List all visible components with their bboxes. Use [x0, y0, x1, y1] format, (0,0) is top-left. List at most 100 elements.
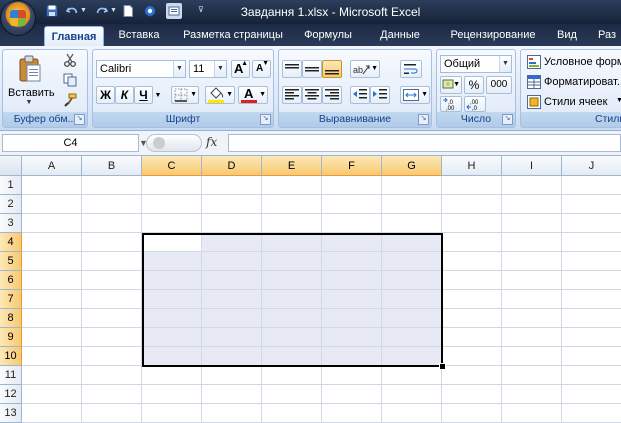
- cell-d8[interactable]: [202, 309, 262, 328]
- cell-b5[interactable]: [82, 252, 142, 271]
- number-format-combo[interactable]: Общий ▼: [440, 55, 512, 73]
- cell-j13[interactable]: [562, 404, 621, 423]
- cell-d2[interactable]: [202, 195, 262, 214]
- row-header-6[interactable]: 6: [0, 271, 22, 290]
- row-header-9[interactable]: 9: [0, 328, 22, 347]
- column-header-h[interactable]: H: [442, 156, 502, 176]
- undo-dropdown-icon[interactable]: ▼: [80, 7, 87, 14]
- cell-j5[interactable]: [562, 252, 621, 271]
- cell-f6[interactable]: [322, 271, 382, 290]
- cell-j8[interactable]: [562, 309, 621, 328]
- cell-a2[interactable]: [22, 195, 82, 214]
- cell-g7[interactable]: [382, 290, 442, 309]
- cell-h11[interactable]: [442, 366, 502, 385]
- cell-a9[interactable]: [22, 328, 82, 347]
- cell-j11[interactable]: [562, 366, 621, 385]
- cell-i9[interactable]: [502, 328, 562, 347]
- cell-e7[interactable]: [262, 290, 322, 309]
- cell-i7[interactable]: [502, 290, 562, 309]
- conditional-formatting-button[interactable]: Условное форм...: [525, 53, 621, 71]
- align-middle-button[interactable]: [302, 60, 322, 78]
- cell-e1[interactable]: [262, 176, 322, 195]
- cell-h6[interactable]: [442, 271, 502, 290]
- open-icon[interactable]: [142, 3, 158, 19]
- cell-b6[interactable]: [82, 271, 142, 290]
- cell-g1[interactable]: [382, 176, 442, 195]
- column-header-a[interactable]: A: [22, 156, 82, 176]
- column-header-j[interactable]: J: [562, 156, 621, 176]
- fill-handle[interactable]: [439, 363, 446, 370]
- cell-e13[interactable]: [262, 404, 322, 423]
- cell-styles-button[interactable]: Стили ячеек ▼: [525, 93, 621, 111]
- cell-g2[interactable]: [382, 195, 442, 214]
- grow-font-button[interactable]: A ▲: [231, 60, 250, 78]
- cell-d11[interactable]: [202, 366, 262, 385]
- cell-j3[interactable]: [562, 214, 621, 233]
- row-header-4[interactable]: 4: [0, 233, 22, 252]
- cell-e11[interactable]: [262, 366, 322, 385]
- cell-d3[interactable]: [202, 214, 262, 233]
- cell-a4[interactable]: [22, 233, 82, 252]
- formula-cancel-enter[interactable]: [146, 134, 202, 152]
- font-name-dropdown-icon[interactable]: ▼: [173, 61, 185, 77]
- cell-c4[interactable]: [142, 233, 202, 252]
- cell-b11[interactable]: [82, 366, 142, 385]
- cell-h1[interactable]: [442, 176, 502, 195]
- align-right-button[interactable]: [322, 86, 342, 104]
- cell-f13[interactable]: [322, 404, 382, 423]
- cell-f8[interactable]: [322, 309, 382, 328]
- underline-dropdown-icon[interactable]: ▼: [153, 86, 163, 104]
- cell-f12[interactable]: [322, 385, 382, 404]
- column-header-g[interactable]: G: [382, 156, 442, 176]
- cell-b8[interactable]: [82, 309, 142, 328]
- alignment-launcher-icon[interactable]: ↘: [418, 114, 429, 125]
- cell-c3[interactable]: [142, 214, 202, 233]
- row-header-3[interactable]: 3: [0, 214, 22, 233]
- tab-view[interactable]: Вид: [552, 24, 582, 46]
- cell-h4[interactable]: [442, 233, 502, 252]
- column-header-f[interactable]: F: [322, 156, 382, 176]
- column-header-d[interactable]: D: [202, 156, 262, 176]
- fx-icon[interactable]: fx: [206, 135, 217, 149]
- row-header-5[interactable]: 5: [0, 252, 22, 271]
- office-button[interactable]: [1, 1, 35, 35]
- cell-a13[interactable]: [22, 404, 82, 423]
- decrease-decimal-button[interactable]: ,00,0: [464, 96, 486, 112]
- cell-c11[interactable]: [142, 366, 202, 385]
- print-preview-icon[interactable]: [166, 3, 182, 19]
- cell-a7[interactable]: [22, 290, 82, 309]
- cell-g3[interactable]: [382, 214, 442, 233]
- cell-h3[interactable]: [442, 214, 502, 233]
- cell-i2[interactable]: [502, 195, 562, 214]
- merge-center-button[interactable]: ▼: [400, 86, 430, 104]
- tab-data[interactable]: Данные: [368, 24, 432, 46]
- cell-e12[interactable]: [262, 385, 322, 404]
- wrap-text-button[interactable]: [400, 60, 422, 78]
- cell-d5[interactable]: [202, 252, 262, 271]
- cell-j1[interactable]: [562, 176, 621, 195]
- cell-b3[interactable]: [82, 214, 142, 233]
- cell-g11[interactable]: [382, 366, 442, 385]
- thousands-button[interactable]: 000: [486, 76, 512, 94]
- cell-i10[interactable]: [502, 347, 562, 366]
- cell-h8[interactable]: [442, 309, 502, 328]
- cell-f4[interactable]: [322, 233, 382, 252]
- paste-button[interactable]: Вставить ▼: [7, 52, 55, 110]
- bold-button[interactable]: Ж: [96, 86, 115, 104]
- decrease-indent-button[interactable]: [350, 86, 370, 104]
- cell-d10[interactable]: [202, 347, 262, 366]
- cell-e9[interactable]: [262, 328, 322, 347]
- cell-c1[interactable]: [142, 176, 202, 195]
- cell-d4[interactable]: [202, 233, 262, 252]
- cell-i12[interactable]: [502, 385, 562, 404]
- cell-d13[interactable]: [202, 404, 262, 423]
- font-color-button[interactable]: A ▼: [238, 86, 268, 104]
- underline-button[interactable]: Ч: [134, 86, 153, 104]
- cell-j4[interactable]: [562, 233, 621, 252]
- cell-c2[interactable]: [142, 195, 202, 214]
- cell-e6[interactable]: [262, 271, 322, 290]
- row-header-12[interactable]: 12: [0, 385, 22, 404]
- cell-f9[interactable]: [322, 328, 382, 347]
- cell-j7[interactable]: [562, 290, 621, 309]
- worksheet-grid[interactable]: A B C D E F G H I J 1 2 3 4 5 6 7 8 9 10 11 12 13: [0, 156, 621, 423]
